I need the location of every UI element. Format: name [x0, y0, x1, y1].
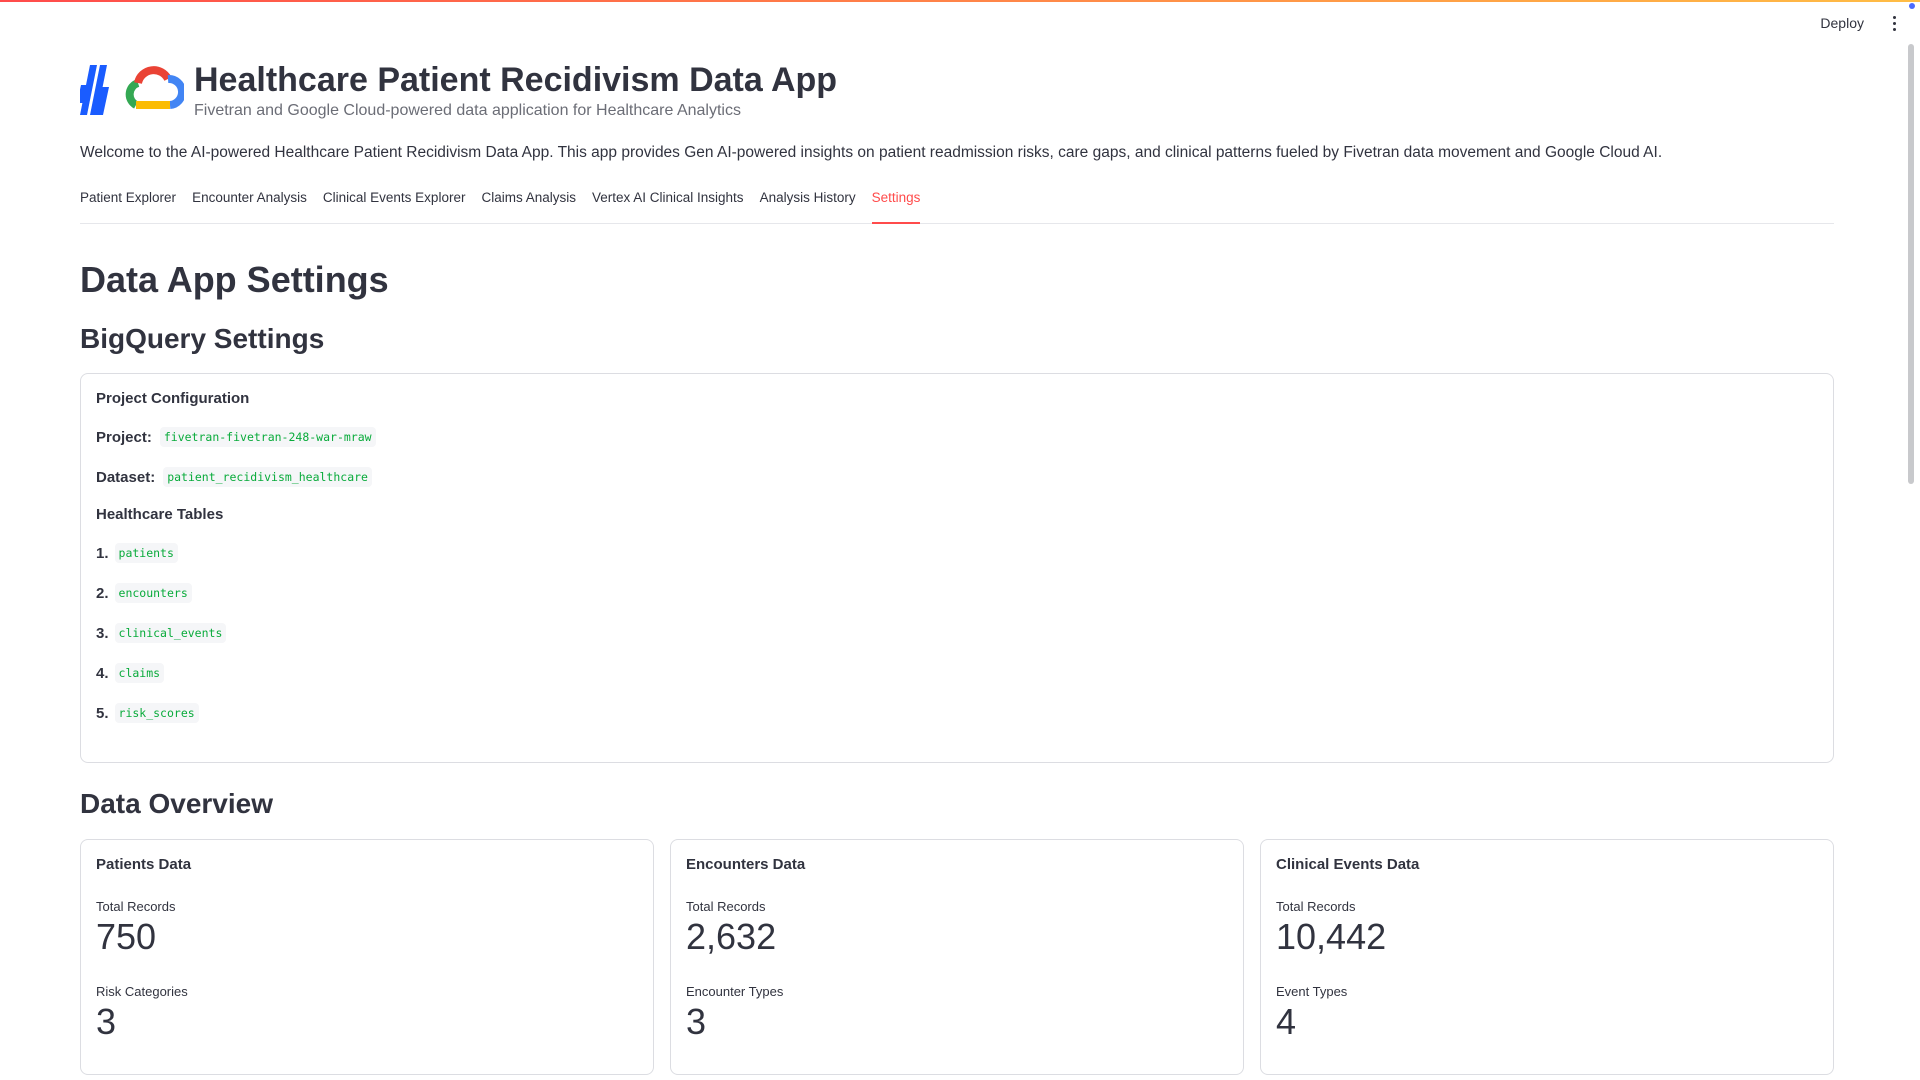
list-item: 5. risk_scores [96, 703, 1818, 723]
table-name: clinical_events [114, 623, 227, 643]
data-overview-heading: Data Overview [80, 788, 273, 819]
clinical-events-data-card: Clinical Events Data Total Records 10,44… [1260, 839, 1834, 1075]
metric-label: Encounter Types [686, 984, 784, 999]
title-block: Healthcare Patient Recidivism Data App F… [194, 60, 837, 120]
project-row: Project: fivetran-fivetran-248-war-mraw [96, 427, 1818, 447]
card-title: Encounters Data [686, 856, 806, 873]
welcome-text: Welcome to the AI-powered Healthcare Pat… [80, 144, 1663, 161]
page-title: Data App Settings [80, 259, 389, 300]
encounters-data-card: Encounters Data Total Records 2,632 Enco… [670, 839, 1244, 1075]
project-configuration-card: Project Configuration Project: fivetran-… [80, 373, 1834, 763]
list-item: 1. patients [96, 543, 1818, 563]
metric-label: Total Records [686, 899, 766, 914]
project-label: Project: [96, 428, 152, 446]
dataset-row: Dataset: patient_recidivism_healthcare [96, 467, 1818, 487]
google-cloud-logo-icon [125, 66, 184, 109]
tab-clinical-events-explorer[interactable]: Clinical Events Explorer [323, 184, 466, 222]
table-name: patients [114, 543, 178, 563]
project-value: fivetran-fivetran-248-war-mraw [159, 427, 376, 447]
metric-value: 750 [96, 916, 157, 957]
table-name: encounters [114, 583, 192, 603]
tab-analysis-history[interactable]: Analysis History [760, 184, 856, 222]
metric-value: 4 [1276, 1001, 1297, 1042]
list-item-number: 3. [96, 624, 109, 642]
tab-settings[interactable]: Settings [871, 184, 921, 224]
list-item-number: 2. [96, 584, 109, 602]
metric-label: Risk Categories [96, 984, 188, 999]
logos [80, 58, 190, 122]
project-configuration-label: Project Configuration [96, 390, 250, 407]
healthcare-tables-label: Healthcare Tables [96, 506, 224, 523]
metric-label: Total Records [1276, 899, 1356, 914]
list-item: 2. encounters [96, 583, 1818, 603]
table-name: risk_scores [114, 703, 199, 723]
list-item-number: 4. [96, 664, 109, 682]
list-item-number: 5. [96, 704, 109, 722]
stat-cards: Patients Data Total Records 750 Risk Cat… [80, 839, 1834, 1075]
metric-value: 3 [96, 1001, 117, 1042]
tab-bar: Patient Explorer Encounter Analysis Clin… [80, 184, 1834, 224]
tab-patient-explorer[interactable]: Patient Explorer [80, 184, 176, 222]
patients-data-card: Patients Data Total Records 750 Risk Cat… [80, 839, 654, 1075]
list-item: 3. clinical_events [96, 623, 1818, 643]
main-content: Healthcare Patient Recidivism Data App F… [80, 0, 1834, 1075]
tab-vertex-ai-clinical-insights[interactable]: Vertex AI Clinical Insights [592, 184, 744, 222]
app-subtitle: Fivetran and Google Cloud-powered data a… [194, 102, 741, 119]
metric-value: 2,632 [686, 916, 777, 957]
metric-value: 3 [686, 1001, 707, 1042]
scrollbar[interactable] [1908, 44, 1914, 484]
title-row: Healthcare Patient Recidivism Data App F… [80, 58, 1834, 122]
metric-label: Event Types [1276, 984, 1348, 999]
card-title: Patients Data [96, 856, 192, 873]
card-title: Clinical Events Data [1276, 856, 1420, 873]
fivetran-logo-icon [80, 65, 109, 115]
metric-value: 10,442 [1276, 916, 1387, 957]
table-name: claims [114, 663, 165, 683]
tab-claims-analysis[interactable]: Claims Analysis [481, 184, 576, 222]
list-item: 4. claims [96, 663, 1818, 683]
dataset-label: Dataset: [96, 468, 156, 486]
metric-label: Total Records [96, 899, 176, 914]
list-item-number: 1. [96, 544, 109, 562]
tab-encounter-analysis[interactable]: Encounter Analysis [192, 184, 307, 222]
dataset-value: patient_recidivism_healthcare [163, 467, 372, 487]
more-vert-icon[interactable] [1886, 12, 1902, 34]
bigquery-settings-heading: BigQuery Settings [80, 323, 325, 354]
status-indicator [1909, 3, 1915, 9]
app-title: Healthcare Patient Recidivism Data App [194, 61, 838, 99]
